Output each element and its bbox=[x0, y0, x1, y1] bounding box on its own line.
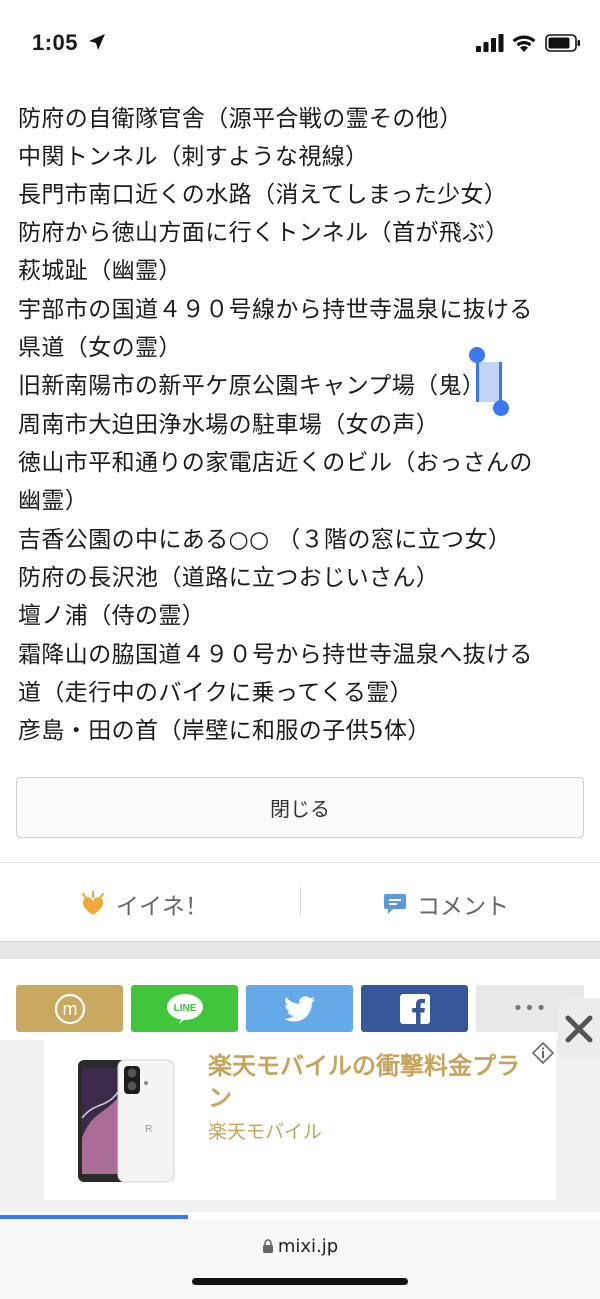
list-item: 県道（女の霊） bbox=[18, 335, 182, 361]
comment-button[interactable]: コメント bbox=[383, 887, 509, 921]
ad-close-button[interactable] bbox=[558, 998, 600, 1058]
ad-title[interactable]: 楽天モバイルの衝撃料金プラン bbox=[208, 1050, 538, 1114]
comment-label: コメント bbox=[417, 894, 509, 920]
comment-icon bbox=[384, 894, 406, 914]
list-item: 彦島・田の首（岸壁に和服の子供5体） bbox=[18, 718, 431, 744]
list-item: 中関トンネル（刺すような視線） bbox=[18, 144, 369, 170]
list-item: 防府の自衛隊官舎（源平合戦の霊その他） bbox=[18, 106, 463, 132]
ad-info-icon[interactable] bbox=[532, 1042, 554, 1064]
share-line-button[interactable]: LINE bbox=[131, 985, 238, 1032]
url-display[interactable]: mixi.jp bbox=[0, 1236, 600, 1257]
battery-icon bbox=[545, 34, 580, 52]
action-row: イイネ！ コメント bbox=[0, 863, 600, 941]
selection-start-handle[interactable] bbox=[469, 347, 485, 363]
spot-list: 佐渡川大橋下（幽霊） 防府の自衛隊官舎（源平合戦の霊その他） 中関トンネル（刺す… bbox=[0, 60, 600, 760]
list-item: 宇部市の国道４９０号線から持世寺温泉に抜ける bbox=[18, 297, 533, 323]
divider bbox=[300, 887, 301, 917]
twitter-bird-icon bbox=[283, 995, 315, 1021]
lock-icon bbox=[262, 1239, 273, 1253]
like-label: イイネ！ bbox=[116, 894, 208, 920]
svg-text:m: m bbox=[62, 999, 77, 1019]
share-twitter-button[interactable] bbox=[246, 985, 353, 1032]
share-facebook-button[interactable] bbox=[361, 985, 468, 1032]
svg-text:R: R bbox=[145, 1124, 152, 1135]
list-item: 幽霊） bbox=[18, 488, 89, 514]
list-item: 徳山市平和通りの家電店近くのビル（おっさんの bbox=[18, 450, 533, 476]
url-text: mixi.jp bbox=[277, 1236, 339, 1257]
facebook-icon bbox=[399, 993, 430, 1024]
list-item: 萩城趾（幽霊） bbox=[18, 258, 182, 284]
location-arrow-icon bbox=[89, 34, 105, 50]
home-indicator[interactable] bbox=[192, 1278, 408, 1285]
mixi-icon: m bbox=[54, 993, 85, 1024]
list-item: 道（走行中のバイクに乗ってくる霊） bbox=[18, 680, 414, 706]
list-item: 旧新南陽市の新平ケ原公園キャンプ場（鬼） bbox=[18, 373, 486, 399]
list-item: 長門市南口近くの水路（消えてしまった少女） bbox=[18, 182, 508, 208]
list-item: 防府の長沢池（道路に立つおじいさん） bbox=[18, 565, 440, 591]
phone-product-image: R bbox=[78, 1059, 175, 1183]
cellular-signal-icon bbox=[476, 34, 504, 52]
address-bar[interactable] bbox=[0, 1219, 600, 1299]
share-mixi-button[interactable]: m bbox=[16, 985, 123, 1032]
status-time: 1:05 bbox=[32, 30, 79, 55]
list-item: 壇ノ浦（侍の霊） bbox=[18, 603, 206, 629]
list-item: 周南市大迫田浄水場の駐車場（女の声） bbox=[18, 412, 440, 438]
close-button[interactable]: 閉じる bbox=[16, 777, 584, 838]
wifi-icon bbox=[512, 35, 536, 52]
close-icon bbox=[565, 1015, 593, 1043]
list-item: 霜降山の脇国道４９０号から持世寺温泉へ抜ける bbox=[18, 642, 533, 668]
selection-end-handle[interactable] bbox=[493, 400, 509, 416]
section-separator bbox=[0, 941, 600, 959]
line-icon: LINE bbox=[166, 993, 203, 1024]
status-bar: 1:05 bbox=[0, 0, 600, 88]
list-item: 防府から徳山方面に行くトンネル（首が飛ぶ） bbox=[18, 220, 509, 246]
like-button[interactable]: イイネ！ bbox=[80, 887, 208, 921]
ad-advertiser: 楽天モバイル bbox=[208, 1121, 323, 1143]
heart-icon bbox=[81, 891, 105, 915]
list-item: 吉香公園の中にある○○ （３階の窓に立つ女） bbox=[18, 527, 512, 553]
svg-text:LINE: LINE bbox=[173, 1003, 196, 1014]
